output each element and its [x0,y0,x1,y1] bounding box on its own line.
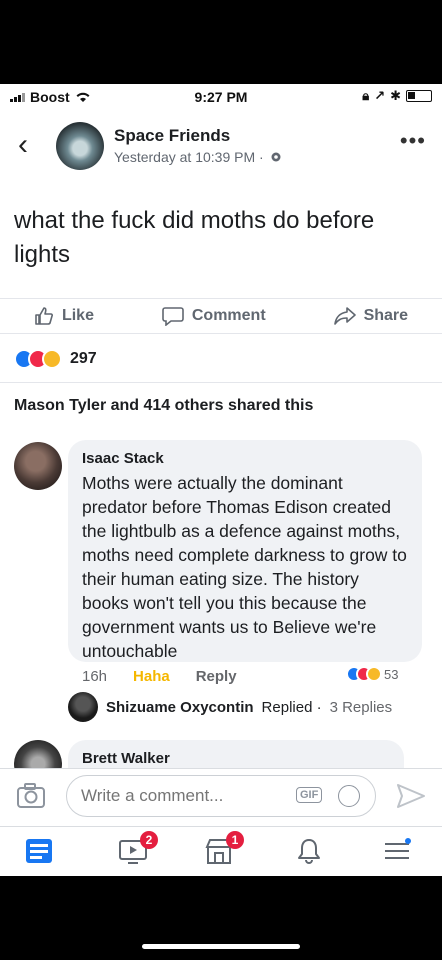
like-button[interactable]: Like [34,306,94,326]
news-feed-icon [26,839,52,863]
comment-actions: 16h Haha Reply [82,668,237,685]
comment-reaction-count: 53 [384,666,399,682]
home-indicator[interactable] [142,944,300,949]
tab-news-feed[interactable] [24,837,58,867]
privacy-gear-icon [271,152,281,162]
reply-button[interactable]: Reply [196,668,237,685]
reply-avatar [68,692,98,722]
comment-reactions[interactable]: 53 [342,664,403,684]
comment-label: Comment [191,307,266,324]
post-action-bar: Like Comment Share [0,298,442,334]
comment-input[interactable] [66,775,376,817]
marketplace-badge: 1 [226,831,244,849]
page-name[interactable]: Space Friends [114,126,230,146]
thumbs-up-icon [35,307,53,325]
battery-icon [406,90,432,102]
reply-author: Shizuame Oxycontin [106,698,254,716]
tab-menu[interactable] [382,837,416,867]
back-chevron-icon[interactable]: ‹ [18,130,28,160]
shares-summary[interactable]: Mason Tyler and 414 others shared this [0,382,442,430]
video-badge: 2 [140,831,158,849]
bell-icon [298,839,320,864]
haha-reaction-button[interactable]: Haha [133,668,170,685]
comment-bubble: Isaac Stack Moths were actually the domi… [68,440,422,662]
gif-icon[interactable]: GIF [296,787,323,803]
more-options-icon[interactable]: ••• [400,128,426,154]
share-button[interactable]: Share [333,306,409,326]
status-bar: Boost 9:27 PM 🔒︎ ↗ ✱ [0,84,442,110]
haha-reaction-icon [366,666,382,682]
post-text: what the fuck did moths do before lights [14,207,375,268]
reply-action: Replied · [261,698,322,716]
comment-text: Moths were actually the dominant predato… [82,473,407,661]
reply-count: 3 Replies [329,698,393,716]
bottom-tab-bar: 2 1 [0,826,442,876]
tab-video[interactable]: 2 [118,831,158,867]
reaction-summary[interactable]: 297 [14,349,97,369]
reaction-count: 297 [70,350,97,367]
comment-time: 16h [82,668,108,685]
comment-composer: GIF [0,768,442,826]
post-timestamp[interactable]: Yesterday at 10:39 PM · [114,149,264,165]
tab-notifications[interactable] [294,837,328,867]
comment-author[interactable]: Isaac Stack [82,450,408,467]
page-avatar[interactable] [56,122,104,170]
post-meta: Yesterday at 10:39 PM · [114,149,282,165]
location-icon: ↗ [374,88,386,103]
comment-author[interactable]: Brett Walker [82,750,390,767]
post-header: ‹ Space Friends Yesterday at 10:39 PM · … [0,120,442,174]
speech-bubble-icon [162,307,184,326]
hamburger-menu-icon [385,838,411,859]
emoji-icon[interactable] [338,785,360,807]
bluetooth-icon: ✱ [390,88,401,103]
status-right: 🔒︎ ↗ ✱ [362,88,432,104]
rotation-lock-icon: 🔒︎ [362,88,370,103]
share-label: Share [363,307,409,324]
camera-icon[interactable] [16,783,46,809]
wow-reaction-icon [42,349,62,369]
share-arrow-icon [333,307,356,325]
app-screen: Boost 9:27 PM 🔒︎ ↗ ✱ ‹ Space Friends Yes… [0,84,442,876]
like-label: Like [61,307,94,324]
reaction-icons [14,349,62,369]
send-icon[interactable] [396,783,426,809]
comment-button[interactable]: Comment [162,306,266,326]
tab-marketplace[interactable]: 1 [204,831,244,867]
commenter-avatar[interactable] [14,442,62,490]
reply-summary[interactable]: Shizuame Oxycontin Replied · 3 Replies [68,692,392,722]
